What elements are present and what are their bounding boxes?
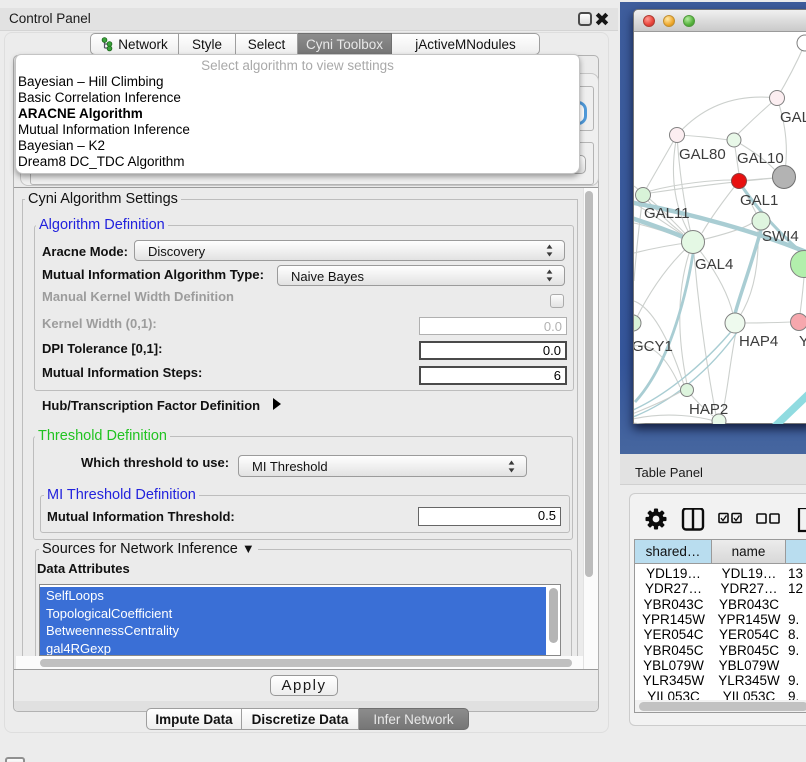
svg-text:GAL7: GAL7 [780,109,806,126]
svg-text:HAP2: HAP2 [689,401,728,418]
svg-text:GAL10: GAL10 [737,150,784,167]
svg-text:HAP4: HAP4 [739,333,778,350]
svg-text:GAL80: GAL80 [679,146,726,163]
svg-text:GAL4: GAL4 [695,256,733,273]
svg-text:SWI4: SWI4 [762,228,799,245]
svg-text:GAL11: GAL11 [644,205,690,222]
svg-text:GAL1: GAL1 [740,192,778,209]
svg-text:GCY1: GCY1 [634,338,673,355]
svg-text:Y: Y [799,333,806,350]
